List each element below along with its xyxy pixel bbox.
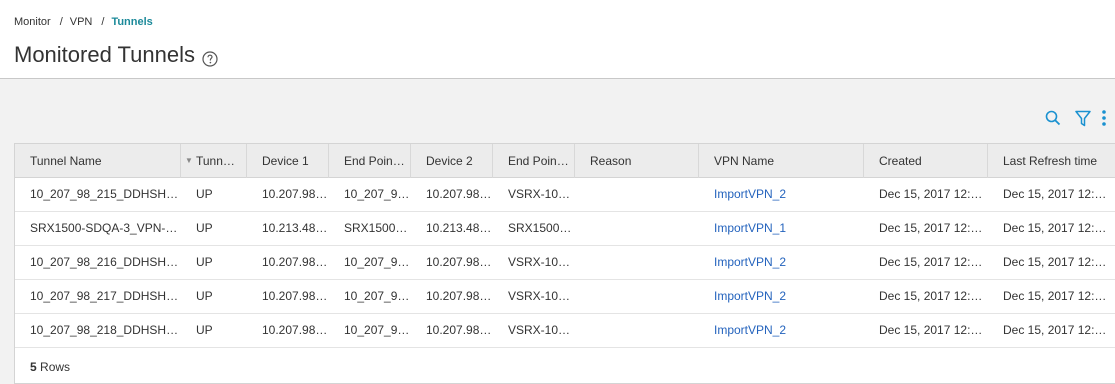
cell-tunnel-status: UP xyxy=(196,187,213,201)
cell-last-refresh: Dec 15, 2017 12:… xyxy=(1003,289,1107,303)
cell-vpn-name-link[interactable]: ImportVPN_2 xyxy=(699,246,864,280)
cell-tunnel-name: SRX1500-SDQA-3_VPN-… xyxy=(30,221,178,235)
cell-tunnel-name: 10_207_98_218_DDHSH… xyxy=(30,323,179,337)
grid-footer: 5 Rows xyxy=(15,350,70,384)
breadcrumb-separator: / xyxy=(59,16,63,28)
cell-tunnel-status: UP xyxy=(196,255,213,269)
page-title-row: Monitored Tunnels xyxy=(14,42,218,68)
table-row[interactable]: 10_207_98_218_DDHSH… UP 10.207.98… 10_20… xyxy=(15,314,1115,348)
table-row[interactable]: 10_207_98_217_DDHSH… UP 10.207.98… 10_20… xyxy=(15,280,1115,314)
column-header-tunnel-name[interactable]: Tunnel Name xyxy=(15,144,181,178)
cell-tunnel-name: 10_207_98_216_DDHSH… xyxy=(30,255,179,269)
cell-created: Dec 15, 2017 12:… xyxy=(879,255,983,269)
cell-vpn-name-link[interactable]: ImportVPN_2 xyxy=(699,178,864,212)
column-header-end-point-1[interactable]: End Poin… xyxy=(329,144,411,178)
cell-reason xyxy=(575,212,699,246)
cell-created: Dec 15, 2017 12:… xyxy=(879,323,983,337)
cell-tunnel-status: UP xyxy=(196,323,213,337)
question-circle-icon[interactable] xyxy=(202,47,218,67)
column-header-device-1[interactable]: Device 1 xyxy=(247,144,329,178)
cell-created: Dec 15, 2017 12:… xyxy=(879,187,983,201)
cell-reason xyxy=(575,280,699,314)
row-count-label: Rows xyxy=(40,360,71,374)
cell-end-point-2: VSRX-10… xyxy=(508,289,571,303)
column-header-created[interactable]: Created xyxy=(864,144,988,178)
cell-device-1: 10.207.98… xyxy=(262,289,328,303)
filter-icon[interactable] xyxy=(1075,110,1091,132)
column-header-device-2[interactable]: Device 2 xyxy=(411,144,493,178)
cell-created: Dec 15, 2017 12:… xyxy=(879,289,983,303)
cell-end-point-2: VSRX-10… xyxy=(508,187,571,201)
cell-tunnel-name: 10_207_98_215_DDHSH… xyxy=(30,187,179,201)
cell-device-2: 10.213.48… xyxy=(426,221,492,235)
cell-device-2: 10.207.98… xyxy=(426,187,492,201)
sort-desc-icon: ▼ xyxy=(185,156,193,165)
cell-end-point-1: 10_207_9… xyxy=(344,323,410,337)
cell-device-2: 10.207.98… xyxy=(426,255,492,269)
cell-tunnel-status: UP xyxy=(196,289,213,303)
breadcrumb-current: Tunnels xyxy=(111,16,153,28)
cell-vpn-name-link[interactable]: ImportVPN_2 xyxy=(699,314,864,348)
breadcrumb-item-monitor[interactable]: Monitor xyxy=(14,16,51,28)
cell-reason xyxy=(575,314,699,348)
cell-end-point-2: VSRX-10… xyxy=(508,323,571,337)
cell-device-1: 10.207.98… xyxy=(262,187,328,201)
cell-end-point-1: 10_207_9… xyxy=(344,255,410,269)
cell-end-point-1: 10_207_9… xyxy=(344,289,410,303)
tunnels-grid: Tunnel Name ▼ Tunn… Device 1 End Poin… De… xyxy=(14,143,1115,384)
column-header-tunnel-status[interactable]: ▼ Tunn… xyxy=(181,144,247,178)
table-row[interactable]: 10_207_98_216_DDHSH… UP 10.207.98… 10_20… xyxy=(15,246,1115,280)
table-row[interactable]: SRX1500-SDQA-3_VPN-… UP 10.213.48… SRX15… xyxy=(15,212,1115,246)
cell-vpn-name-link[interactable]: ImportVPN_1 xyxy=(699,212,864,246)
cell-last-refresh: Dec 15, 2017 12:… xyxy=(1003,221,1107,235)
cell-device-2: 10.207.98… xyxy=(426,289,492,303)
column-header-label: Tunn… xyxy=(196,154,235,168)
cell-end-point-1: 10_207_9… xyxy=(344,187,410,201)
breadcrumb: Monitor / VPN / Tunnels xyxy=(14,16,153,28)
cell-device-1: 10.207.98… xyxy=(262,323,328,337)
grid-toolbar xyxy=(1031,109,1107,132)
cell-device-1: 10.213.48… xyxy=(262,221,328,235)
cell-device-2: 10.207.98… xyxy=(426,323,492,337)
cell-device-1: 10.207.98… xyxy=(262,255,328,269)
table-row[interactable]: 10_207_98_215_DDHSH… UP 10.207.98… 10_20… xyxy=(15,178,1115,212)
cell-last-refresh: Dec 15, 2017 12:… xyxy=(1003,323,1107,337)
cell-reason xyxy=(575,178,699,212)
column-header-last-refresh[interactable]: Last Refresh time xyxy=(988,144,1115,178)
cell-reason xyxy=(575,246,699,280)
breadcrumb-item-vpn[interactable]: VPN xyxy=(70,16,93,28)
column-header-end-point-2[interactable]: End Poin… xyxy=(493,144,575,178)
column-header-reason[interactable]: Reason xyxy=(575,144,699,178)
row-count: 5 xyxy=(30,360,37,374)
cell-end-point-2: VSRX-10… xyxy=(508,255,571,269)
cell-end-point-1: SRX1500… xyxy=(344,221,408,235)
cell-last-refresh: Dec 15, 2017 12:… xyxy=(1003,255,1107,269)
breadcrumb-separator: / xyxy=(101,16,105,28)
cell-end-point-2: SRX1500… xyxy=(508,221,572,235)
more-vertical-icon[interactable] xyxy=(1101,109,1107,132)
column-header-vpn-name[interactable]: VPN Name xyxy=(699,144,864,178)
cell-tunnel-name: 10_207_98_217_DDHSH… xyxy=(30,289,179,303)
cell-created: Dec 15, 2017 12:… xyxy=(879,221,983,235)
cell-tunnel-status: UP xyxy=(196,221,213,235)
search-icon[interactable] xyxy=(1045,110,1061,131)
cell-vpn-name-link[interactable]: ImportVPN_2 xyxy=(699,280,864,314)
cell-last-refresh: Dec 15, 2017 12:… xyxy=(1003,187,1107,201)
grid-header: Tunnel Name ▼ Tunn… Device 1 End Poin… De… xyxy=(15,144,1115,178)
page-title: Monitored Tunnels xyxy=(14,42,195,67)
page-header: Monitor / VPN / Tunnels Monitored Tunnels xyxy=(0,0,1115,79)
